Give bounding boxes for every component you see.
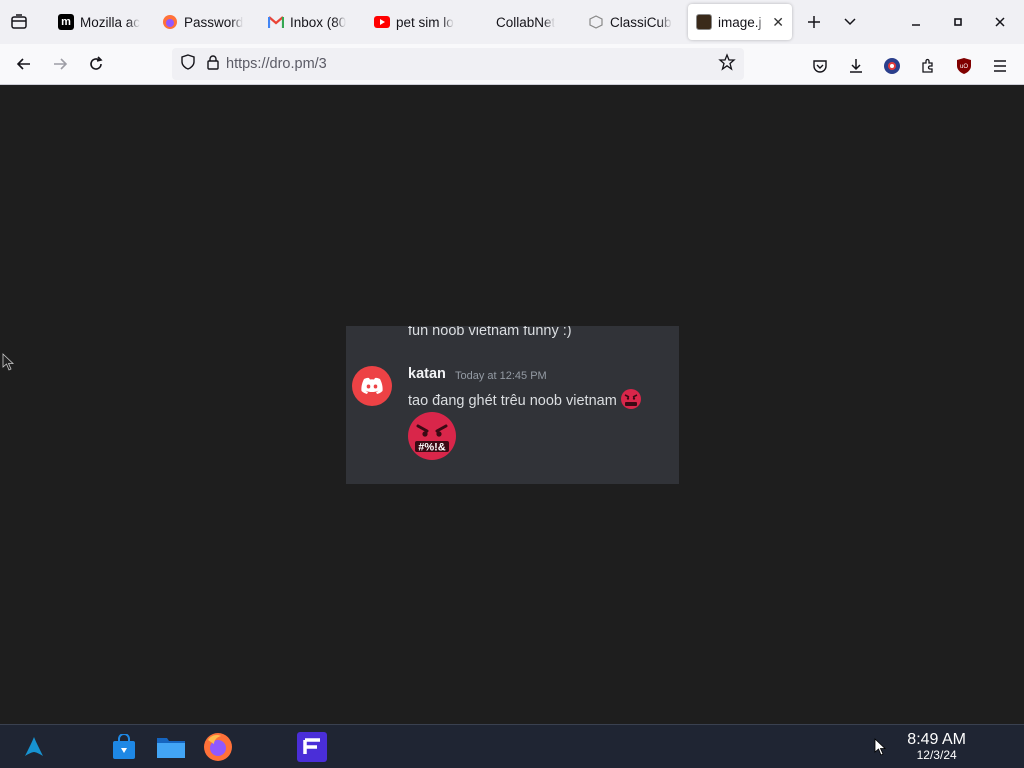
clock-time: 8:49 AM bbox=[907, 731, 966, 748]
message-timestamp: Today at 12:45 PM bbox=[455, 370, 547, 382]
svg-text:uO: uO bbox=[960, 64, 968, 70]
tab-classicube[interactable]: ClassiCub bbox=[580, 4, 684, 40]
tab-image-active[interactable]: image.j ✕ bbox=[688, 4, 792, 40]
extensions-button[interactable] bbox=[910, 48, 946, 84]
system-clock[interactable]: 8:49 AM 12/3/24 bbox=[907, 731, 966, 762]
gmail-icon bbox=[268, 14, 284, 30]
address-bar[interactable]: https://dro.pm/3 bbox=[172, 48, 744, 80]
large-angry-emoji-icon: #%!& bbox=[408, 412, 456, 465]
url-text[interactable]: https://dro.pm/3 bbox=[226, 56, 327, 72]
tab-collabnet[interactable]: CollabNet bbox=[472, 4, 580, 40]
app-launcher-button[interactable] bbox=[18, 731, 50, 763]
cube-icon bbox=[588, 14, 604, 30]
youtube-icon bbox=[374, 14, 390, 30]
reload-button[interactable] bbox=[78, 46, 114, 82]
arrow-right-icon bbox=[54, 58, 68, 70]
tracking-shield-icon[interactable] bbox=[180, 53, 196, 75]
new-tab-button[interactable] bbox=[796, 4, 832, 40]
minimize-button[interactable] bbox=[898, 4, 934, 40]
image-thumb-icon bbox=[696, 14, 712, 30]
clock-date: 12/3/24 bbox=[916, 748, 957, 762]
tab-password[interactable]: Password bbox=[154, 4, 260, 40]
mouse-cursor-icon bbox=[2, 353, 15, 376]
firefox-taskbar-button[interactable] bbox=[202, 731, 234, 763]
message-username: katan bbox=[408, 366, 446, 382]
reload-icon bbox=[90, 56, 103, 70]
firefox-icon bbox=[204, 733, 232, 761]
folder-icon bbox=[157, 738, 185, 758]
file-manager-button[interactable] bbox=[155, 731, 187, 763]
tab-pet-sim[interactable]: pet sim lo bbox=[366, 4, 472, 40]
taskbar-cursor-icon bbox=[874, 738, 887, 761]
f-logo-icon bbox=[297, 732, 327, 762]
tab-mozilla[interactable]: m Mozilla ac bbox=[50, 4, 154, 40]
arrow-left-icon bbox=[16, 58, 30, 70]
message-body: tao đang ghét trêu noob vietnam bbox=[408, 388, 642, 414]
hamburger-menu-icon bbox=[994, 60, 1006, 72]
maximize-icon bbox=[954, 18, 962, 26]
minimize-icon bbox=[912, 24, 920, 26]
message-text: tao đang ghét trêu noob vietnam bbox=[408, 393, 617, 409]
software-store-button[interactable] bbox=[108, 731, 140, 763]
arch-logo-icon bbox=[25, 737, 43, 756]
tab-bar: m Mozilla ac Password Inbox (80 pet sim … bbox=[0, 0, 1024, 44]
discord-logo-icon bbox=[361, 377, 383, 394]
ublock-button[interactable]: uO bbox=[946, 48, 982, 84]
account-avatar-icon bbox=[884, 58, 900, 74]
navigation-toolbar: https://dro.pm/3 uO bbox=[0, 44, 1024, 85]
plus-icon bbox=[808, 16, 820, 28]
angry-cursing-emoji-icon bbox=[620, 388, 642, 414]
pocket-icon bbox=[813, 60, 827, 73]
page-content: fun noob vietnam funny :) katan Today at… bbox=[0, 85, 1024, 724]
bookmark-star-icon[interactable] bbox=[718, 52, 736, 76]
pocket-button[interactable] bbox=[802, 48, 838, 84]
lock-icon[interactable] bbox=[206, 54, 220, 75]
back-button[interactable] bbox=[6, 46, 42, 82]
list-all-tabs-button[interactable] bbox=[0, 0, 38, 44]
mozilla-m-icon: m bbox=[58, 14, 74, 30]
downloads-button[interactable] bbox=[838, 48, 874, 84]
puzzle-icon bbox=[922, 58, 933, 73]
maximize-button[interactable] bbox=[940, 4, 976, 40]
flathub-app-button[interactable] bbox=[296, 731, 328, 763]
chevron-down-icon bbox=[844, 18, 856, 26]
emoji-symbol-text: #%!& bbox=[418, 442, 446, 454]
discord-avatar bbox=[352, 366, 392, 406]
download-icon bbox=[850, 59, 862, 73]
previous-message-text: fun noob vietnam funny :) bbox=[408, 326, 572, 339]
close-icon bbox=[995, 17, 1005, 27]
tab-overview-icon bbox=[11, 14, 27, 29]
tab-inbox[interactable]: Inbox (80 bbox=[260, 4, 366, 40]
ublock-shield-icon: uO bbox=[957, 58, 971, 74]
forward-button[interactable] bbox=[42, 46, 78, 82]
account-button[interactable] bbox=[874, 48, 910, 84]
firefox-icon bbox=[162, 14, 178, 30]
store-bag-icon bbox=[113, 734, 135, 759]
discord-screenshot-image: fun noob vietnam funny :) katan Today at… bbox=[346, 326, 679, 484]
close-window-button[interactable] bbox=[982, 4, 1018, 40]
app-menu-button[interactable] bbox=[982, 48, 1018, 84]
close-tab-icon[interactable]: ✕ bbox=[772, 14, 784, 31]
tab-list-dropdown[interactable] bbox=[832, 4, 868, 40]
os-taskbar: 8:49 AM 12/3/24 bbox=[0, 724, 1024, 768]
